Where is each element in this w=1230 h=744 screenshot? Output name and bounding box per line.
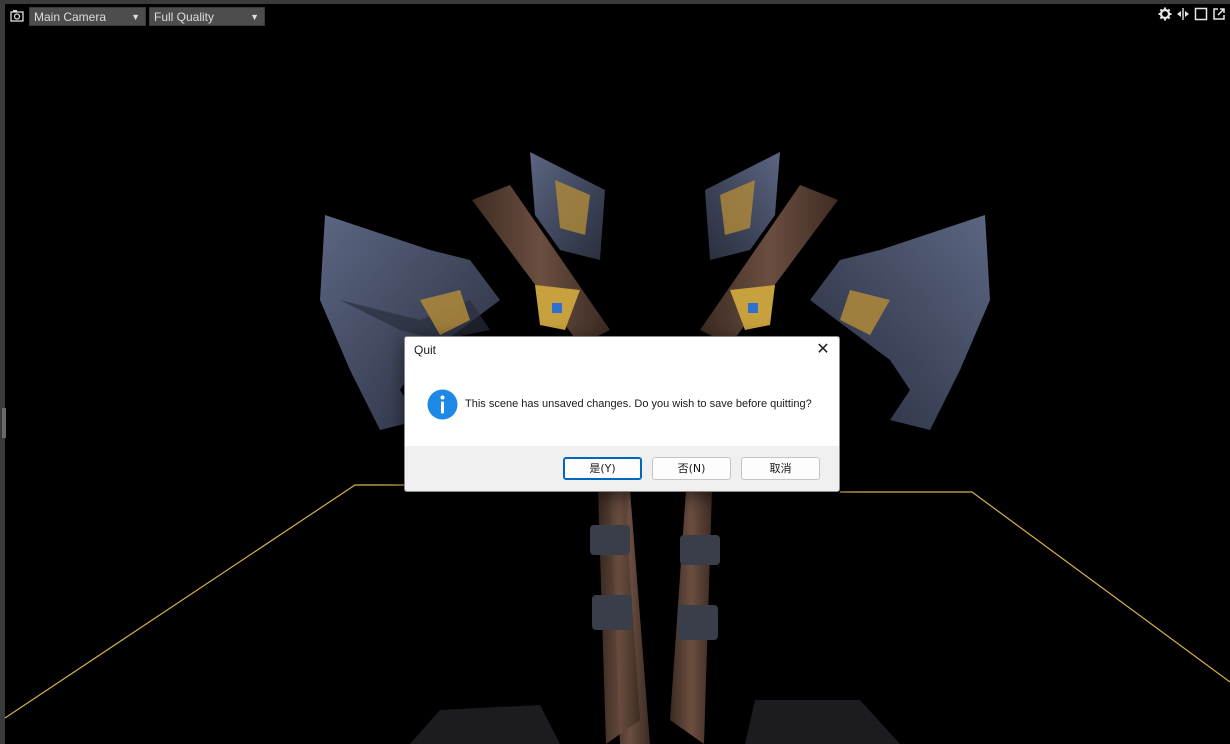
quit-dialog: Quit ✕ This scene has unsaved changes. D… <box>404 336 840 492</box>
gear-icon[interactable] <box>1158 7 1172 21</box>
scene-viewport[interactable]: Main Camera ▼ Full Quality ▼ Quit ✕ This… <box>0 0 1230 744</box>
chevron-down-icon: ▼ <box>250 12 259 22</box>
cancel-button[interactable]: 取消 <box>741 457 820 480</box>
quality-select-value: Full Quality <box>154 10 215 24</box>
maximize-icon[interactable] <box>1194 7 1208 21</box>
camera-select-value: Main Camera <box>34 10 107 24</box>
bottom-prop-right <box>745 700 900 744</box>
viewport-controls <box>1158 7 1226 23</box>
floor-outline <box>4 484 405 719</box>
popout-icon[interactable] <box>1212 7 1226 21</box>
dialog-title: Quit <box>414 343 437 357</box>
dialog-body: This scene has unsaved changes. Do you w… <box>405 363 839 446</box>
dialog-titlebar[interactable]: Quit ✕ <box>405 337 839 363</box>
yes-button[interactable]: 是(Y) <box>563 457 642 480</box>
pan-arrows-icon[interactable] <box>1176 7 1190 21</box>
close-icon[interactable]: ✕ <box>813 340 833 360</box>
dialog-message: This scene has unsaved changes. Do you w… <box>465 398 812 410</box>
quality-select[interactable]: Full Quality ▼ <box>149 7 265 26</box>
chevron-down-icon: ▼ <box>131 12 140 22</box>
camera-icon[interactable] <box>10 9 24 23</box>
dialog-footer: 是(Y) 否(N) 取消 <box>405 446 839 491</box>
no-button[interactable]: 否(N) <box>652 457 731 480</box>
floor-outline-right <box>840 491 1230 683</box>
bottom-prop-left <box>410 705 560 744</box>
camera-select[interactable]: Main Camera ▼ <box>29 7 146 26</box>
info-icon <box>427 389 458 420</box>
